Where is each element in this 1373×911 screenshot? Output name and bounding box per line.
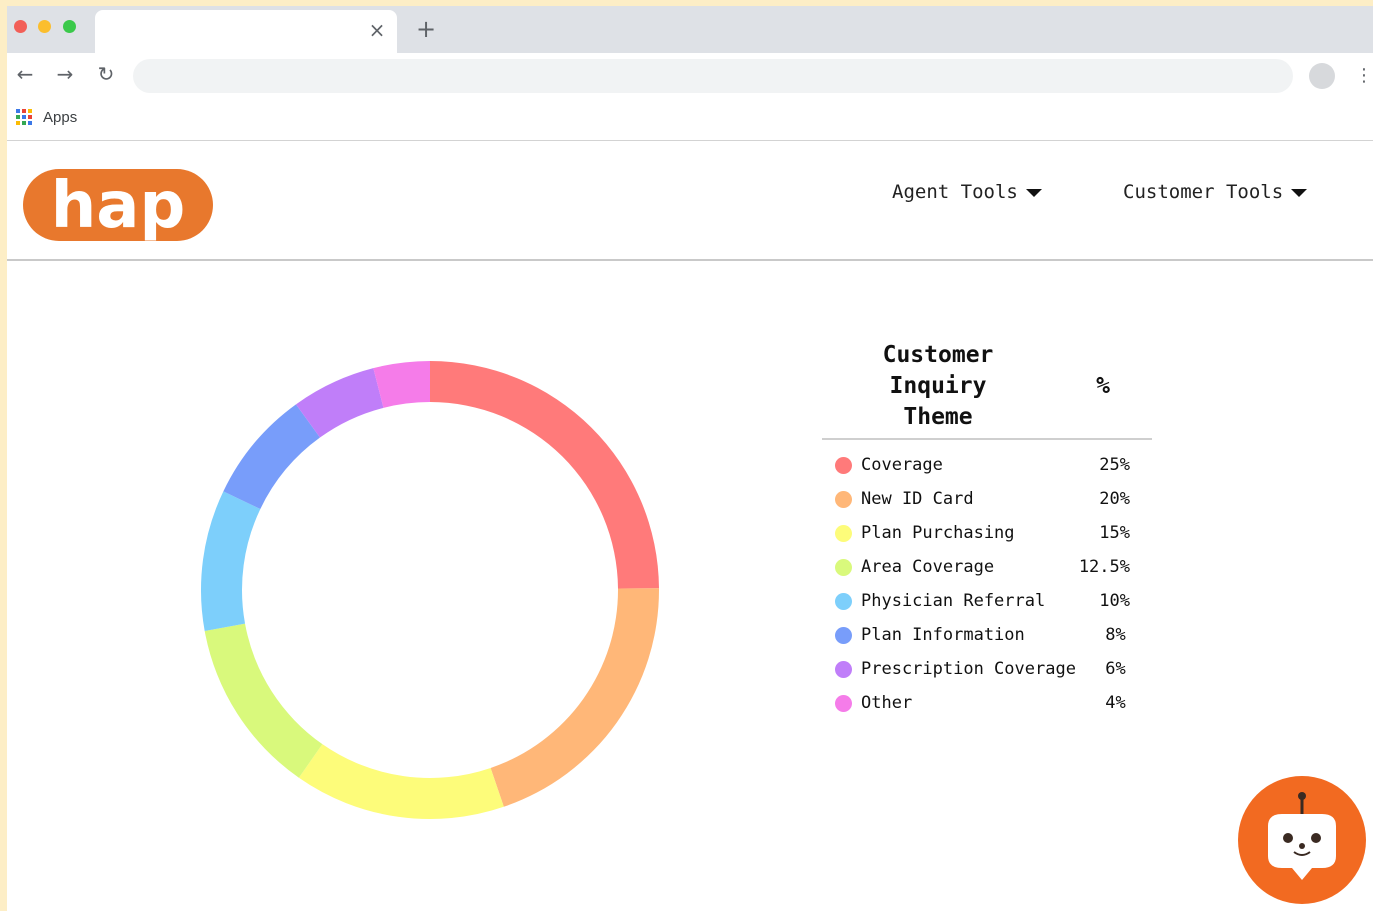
table-row: Plan Information 8%	[822, 618, 1152, 652]
donut-slice-other[interactable]	[373, 361, 430, 408]
table-row: Other 4%	[822, 686, 1152, 720]
legend-swatch	[835, 558, 852, 576]
apps-bookmark-label[interactable]: Apps	[43, 109, 77, 126]
percent-cell: 12.5%	[1078, 557, 1130, 577]
percent-cell: 6%	[1105, 659, 1126, 679]
table-row: Prescription Coverage 6%	[822, 652, 1152, 686]
theme-cell: Area Coverage	[861, 557, 995, 577]
theme-cell: Other	[861, 693, 913, 713]
theme-cell: Coverage	[861, 455, 943, 475]
profile-avatar[interactable]	[1309, 63, 1335, 89]
percent-cell: 4%	[1105, 693, 1126, 713]
legend-swatch	[835, 592, 852, 610]
table-row: New ID Card 20%	[822, 482, 1152, 516]
theme-column-header: Customer Inquiry Theme	[822, 340, 1054, 433]
inquiry-theme-table: Customer Inquiry Theme % Coverage 25% New …	[822, 334, 1152, 720]
legend-swatch	[835, 694, 852, 712]
theme-cell: Prescription Coverage	[861, 659, 1076, 679]
table-row: Physician Referral 10%	[822, 584, 1152, 618]
apps-grid-icon[interactable]	[15, 108, 33, 126]
chatbot-robot-icon[interactable]	[1238, 776, 1366, 904]
maximize-window-button[interactable]	[63, 20, 76, 33]
address-bar[interactable]	[133, 59, 1293, 93]
customer-tools-label: Customer Tools	[1123, 181, 1284, 203]
theme-cell: Physician Referral	[861, 591, 1046, 611]
legend-swatch	[835, 524, 852, 542]
table-row: Coverage 25%	[822, 448, 1152, 482]
hap-logo[interactable]: hap	[23, 165, 213, 245]
percent-cell: 10%	[1099, 591, 1130, 611]
legend-swatch	[835, 660, 852, 678]
legend-swatch	[835, 456, 852, 474]
new-tab-button[interactable]: +	[415, 17, 437, 41]
inquiry-theme-donut-chart	[201, 361, 659, 819]
legend-swatch	[835, 490, 852, 508]
caret-down-icon	[1025, 188, 1042, 197]
agent-tools-menu[interactable]: Agent Tools	[892, 181, 1042, 203]
donut-slice-physician-referral[interactable]	[201, 491, 261, 631]
theme-cell: New ID Card	[861, 489, 974, 509]
minimize-window-button[interactable]	[38, 20, 51, 33]
donut-slice-plan-information[interactable]	[223, 404, 320, 509]
back-arrow-icon[interactable]: ←	[14, 63, 36, 85]
percent-cell: 8%	[1105, 625, 1126, 645]
reload-icon[interactable]: ↻	[95, 63, 117, 85]
donut-slice-plan-purchasing[interactable]	[298, 744, 504, 819]
table-header: Customer Inquiry Theme %	[822, 334, 1152, 440]
browser-toolbar: ← → ↻ ⋮	[7, 53, 1373, 97]
tab-close-icon[interactable]: ×	[367, 20, 387, 40]
percent-cell: 20%	[1099, 489, 1130, 509]
agent-tools-label: Agent Tools	[892, 181, 1018, 203]
tab-strip: × +	[7, 6, 1373, 53]
theme-cell: Plan Information	[861, 625, 1025, 645]
site-header: hap Agent Tools Customer Tools	[7, 141, 1373, 261]
bookmarks-bar: Apps	[7, 97, 1373, 141]
close-window-button[interactable]	[14, 20, 27, 33]
browser-tab[interactable]: ×	[95, 10, 397, 53]
theme-header-line: Customer	[882, 341, 994, 368]
percent-cell: 15%	[1099, 523, 1130, 543]
forward-arrow-icon[interactable]: →	[54, 63, 76, 85]
percent-column-header: %	[1096, 373, 1110, 399]
theme-header-line: Theme	[903, 403, 973, 430]
donut-slice-new-id-card[interactable]	[490, 588, 659, 807]
theme-header-line: Inquiry	[889, 372, 987, 399]
legend-swatch	[835, 626, 852, 644]
table-row: Plan Purchasing 15%	[822, 516, 1152, 550]
caret-down-icon	[1291, 188, 1308, 197]
donut-slice-coverage[interactable]	[430, 361, 659, 589]
menu-dots-icon[interactable]: ⋮	[1355, 64, 1373, 88]
logo-text: hap	[51, 169, 186, 243]
donut-slice-area-coverage[interactable]	[204, 623, 323, 778]
percent-cell: 25%	[1099, 455, 1130, 475]
theme-cell: Plan Purchasing	[861, 523, 1015, 543]
customer-tools-menu[interactable]: Customer Tools	[1123, 181, 1308, 203]
table-body: Coverage 25% New ID Card 20% Plan Purchasing…	[822, 440, 1152, 720]
table-row: Area Coverage 12.5%	[822, 550, 1152, 584]
